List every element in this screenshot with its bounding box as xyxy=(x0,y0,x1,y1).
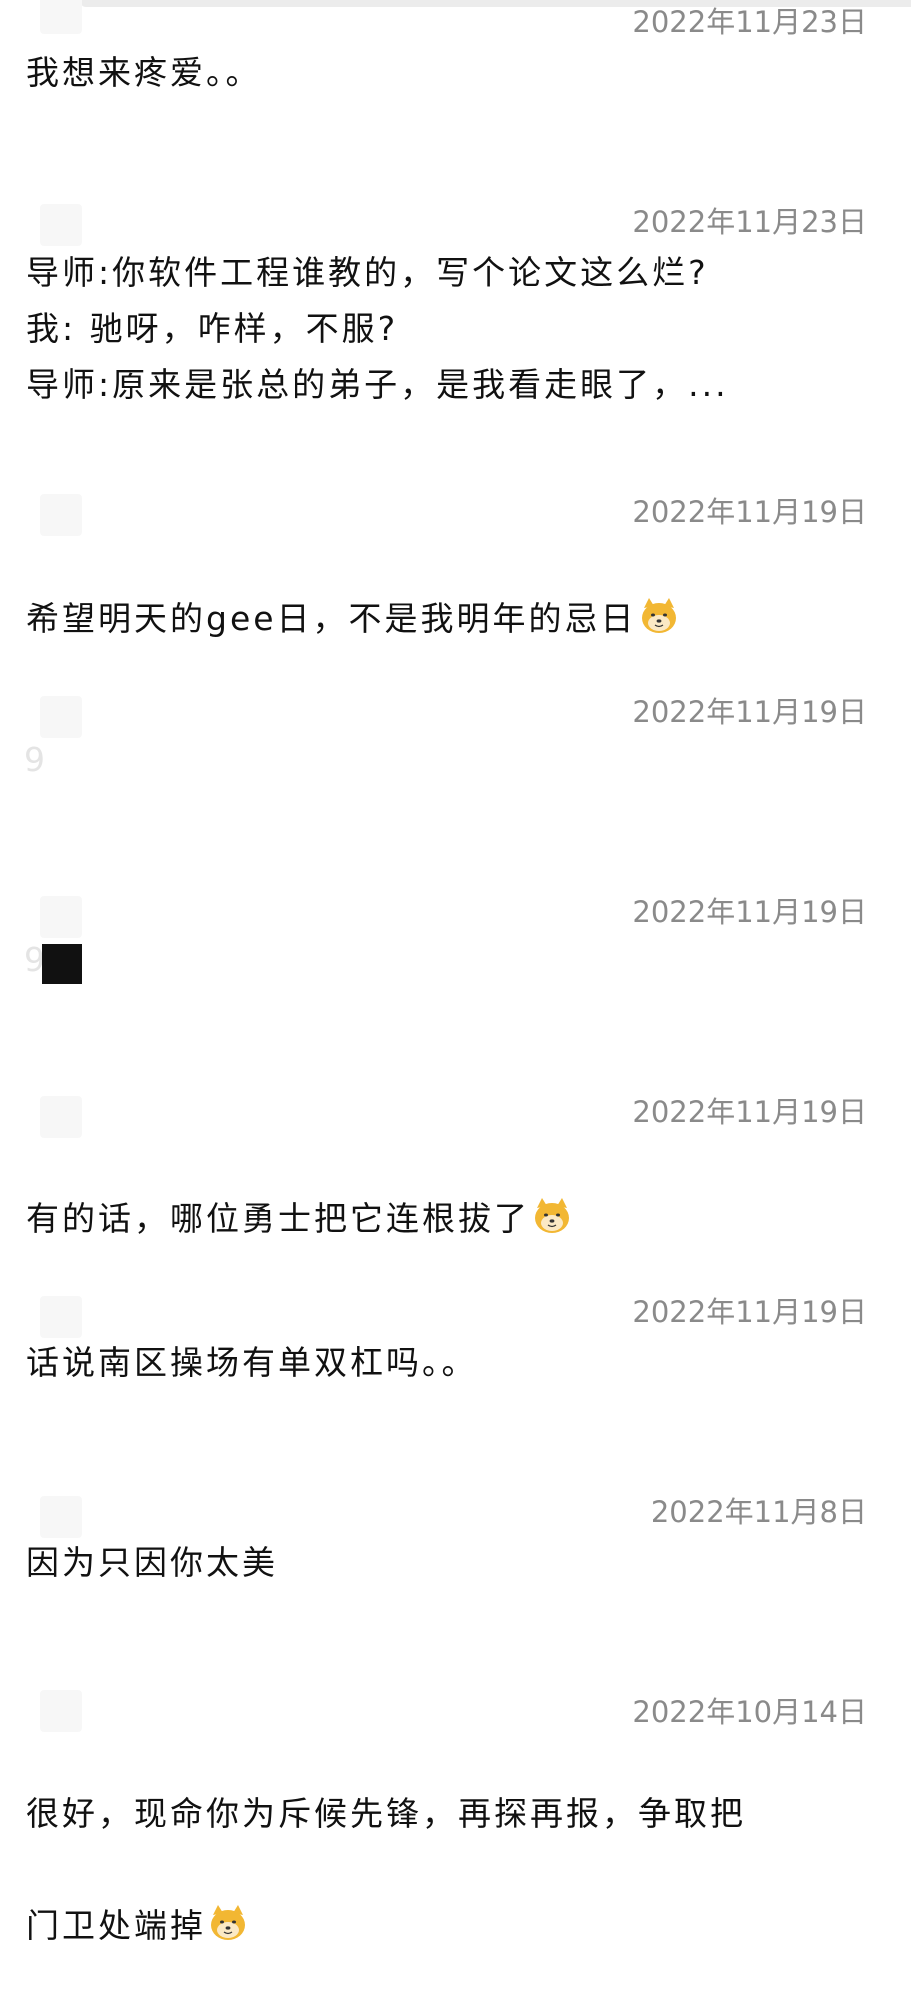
avatar[interactable] xyxy=(40,1296,82,1338)
post-text-line: 很好，现命你为斥候先锋，再探再报，争取把 xyxy=(26,1794,746,1833)
avatar[interactable] xyxy=(40,0,82,34)
list-item[interactable]: 2022年11月23日 导师:你软件工程谁教的，写个论文这么烂? 我: 驰呀，咋… xyxy=(0,200,911,480)
avatar[interactable] xyxy=(40,204,82,246)
doge-emoji-icon xyxy=(535,1198,569,1233)
list-item[interactable]: 2022年11月19日 话说南区操场有单双杠吗。。 xyxy=(0,1290,911,1490)
post-content: 因为只因你太美 xyxy=(26,1543,278,1582)
redacted-content: 9 xyxy=(24,740,45,779)
list-item[interactable]: 2022年11月19日 9 xyxy=(0,690,911,890)
post-date: 2022年11月23日 xyxy=(632,5,867,39)
list-item[interactable]: 2022年11月23日 我想来疼爱。。 xyxy=(0,0,911,200)
post-text: 有的话，哪位勇士把它连根拔了 xyxy=(26,1199,530,1238)
avatar[interactable] xyxy=(40,494,82,536)
avatar[interactable] xyxy=(40,1496,82,1538)
post-date: 2022年11月19日 xyxy=(632,1095,867,1129)
list-item[interactable]: 2022年11月19日 希望明天的gee日，不是我明年的忌日 xyxy=(0,490,911,690)
list-item[interactable]: 2022年10月14日 很好，现命你为斥候先锋，再探再报，争取把 门卫处端掉 xyxy=(0,1690,911,1945)
list-item[interactable]: 2022年11月19日 有的话，哪位勇士把它连根拔了 xyxy=(0,1090,911,1290)
post-date: 2022年11月8日 xyxy=(650,1495,867,1529)
post-date: 2022年11月19日 xyxy=(632,895,867,929)
post-date: 2022年11月19日 xyxy=(632,695,867,729)
post-content: 希望明天的gee日，不是我明年的忌日 xyxy=(26,535,867,647)
post-date: 2022年10月14日 xyxy=(632,1695,867,1729)
post-text: 门卫处端掉 xyxy=(26,1906,206,1945)
list-item[interactable]: 2022年11月8日 因为只因你太美 xyxy=(0,1490,911,1690)
avatar[interactable] xyxy=(40,696,82,738)
post-date: 2022年11月23日 xyxy=(632,205,867,239)
doge-emoji-icon xyxy=(211,1905,245,1940)
post-text: 希望明天的gee日，不是我明年的忌日 xyxy=(26,599,637,638)
avatar[interactable] xyxy=(40,1690,82,1732)
list-item[interactable]: 2022年11月19日 9 xyxy=(0,890,911,1090)
post-date: 2022年11月19日 xyxy=(632,1295,867,1329)
post-content: 导师:你软件工程谁教的，写个论文这么烂? 我: 驰呀，咋样，不服? 导师:原来是… xyxy=(26,253,729,404)
avatar[interactable] xyxy=(40,896,82,938)
post-content: 有的话，哪位勇士把它连根拔了 xyxy=(26,1135,867,1247)
post-content: 话说南区操场有单双杠吗。。 xyxy=(26,1343,478,1382)
post-content: 我想来疼爱。。 xyxy=(26,53,262,92)
post-date: 2022年11月19日 xyxy=(632,495,867,529)
doge-emoji-icon xyxy=(641,598,676,633)
avatar[interactable] xyxy=(40,1096,82,1138)
redaction-block xyxy=(42,944,82,984)
post-content: 很好，现命你为斥候先锋，再探再报，争取把 门卫处端掉 xyxy=(26,1730,867,2010)
post-text-line: 门卫处端掉 xyxy=(26,1898,867,1954)
